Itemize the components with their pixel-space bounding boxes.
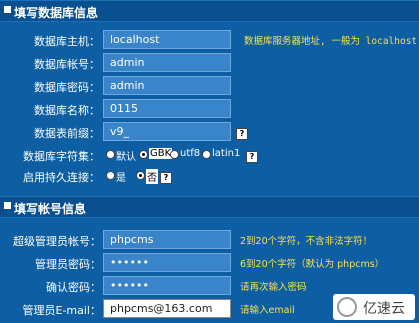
logo-text: 亿速云 [363, 301, 405, 317]
charset-latin1-radio[interactable] [202, 150, 211, 159]
section-bullet-icon [4, 202, 11, 209]
persistent-yes-label: 是 [116, 173, 126, 184]
db-host-row: 数据库主机： localhost 数据库服务器地址, 一般为 localhost [0, 28, 419, 51]
section-bullet-icon [4, 6, 11, 13]
confirm-pass-hint: 请再次输入密码 [240, 282, 307, 293]
db-section-title: 填写数据库信息 [14, 6, 99, 20]
charset-default-label: 默认 [116, 152, 136, 163]
db-host-hint: 数据库服务器地址, 一般为 localhost [244, 36, 418, 47]
admin-pass-row: 管理员密码： •••••• 6到20个字符（默认为 phpcms） [0, 251, 419, 274]
email-hint: 请输入email [240, 305, 295, 316]
admin-user-row: 超级管理员帐号： phpcms 2到20个字符，不含非法字符！ [0, 228, 419, 251]
email-input[interactable]: phpcms@163.com [103, 299, 231, 318]
db-persistent-label: 启用持久连接： [23, 171, 100, 184]
db-host-label: 数据库主机： [34, 35, 100, 48]
db-user-input[interactable]: admin [103, 53, 231, 72]
db-persistent-row: 启用持久连接： 是 否 ? [0, 164, 419, 187]
charset-utf8-label: utf8 [180, 148, 201, 159]
db-charset-row: 数据库字符集： 默认 GBK utf8 latin1 ? [0, 143, 419, 166]
db-password-input[interactable]: admin [103, 76, 231, 95]
charset-latin1-label: latin1 [212, 148, 241, 159]
db-prefix-row: 数据表前缀： v9_ ? [0, 120, 419, 143]
persistent-no-radio[interactable] [136, 171, 145, 180]
admin-user-hint: 2到20个字符，不含非法字符！ [240, 236, 373, 247]
db-section-header: 填写数据库信息 [0, 0, 419, 22]
admin-user-input[interactable]: phpcms [103, 230, 231, 249]
account-section-title: 填写帐号信息 [14, 202, 87, 216]
email-label: 管理员E-mail： [22, 304, 102, 317]
persistent-no-label: 否 [146, 169, 158, 184]
charset-help-icon[interactable]: ? [246, 151, 258, 163]
confirm-pass-label: 确认密码： [46, 281, 101, 294]
account-section-header: 填写帐号信息 [0, 196, 419, 218]
db-charset-label: 数据库字符集： [23, 150, 100, 163]
db-prefix-label: 数据表前缀： [34, 127, 100, 140]
watermark-logo: 亿速云 [333, 294, 415, 320]
prefix-help-icon[interactable]: ? [236, 128, 248, 140]
charset-gbk-radio[interactable] [139, 150, 148, 159]
db-user-label: 数据库帐号： [34, 58, 100, 71]
charset-utf8-radio[interactable] [170, 150, 179, 159]
confirm-pass-input[interactable]: •••••• [103, 276, 231, 295]
db-password-label: 数据库密码： [34, 81, 100, 94]
db-password-row: 数据库密码： admin [0, 74, 419, 97]
persistent-help-icon[interactable]: ? [160, 172, 172, 184]
logo-cloud-icon [337, 297, 357, 317]
db-user-row: 数据库帐号： admin [0, 51, 419, 74]
db-name-label: 数据库名称： [34, 104, 100, 117]
charset-gbk-label: GBK [149, 148, 173, 159]
charset-default-radio[interactable] [106, 150, 115, 159]
persistent-yes-radio[interactable] [106, 171, 115, 180]
db-prefix-input[interactable]: v9_ [103, 122, 231, 141]
db-host-input[interactable]: localhost [103, 30, 231, 49]
admin-user-label: 超级管理员帐号： [13, 235, 101, 248]
db-name-input[interactable]: 0115 [103, 99, 231, 118]
db-name-row: 数据库名称： 0115 [0, 97, 419, 120]
admin-pass-label: 管理员密码： [35, 258, 101, 271]
admin-pass-hint: 6到20个字符（默认为 phpcms） [240, 259, 385, 270]
admin-pass-input[interactable]: •••••• [103, 253, 231, 272]
